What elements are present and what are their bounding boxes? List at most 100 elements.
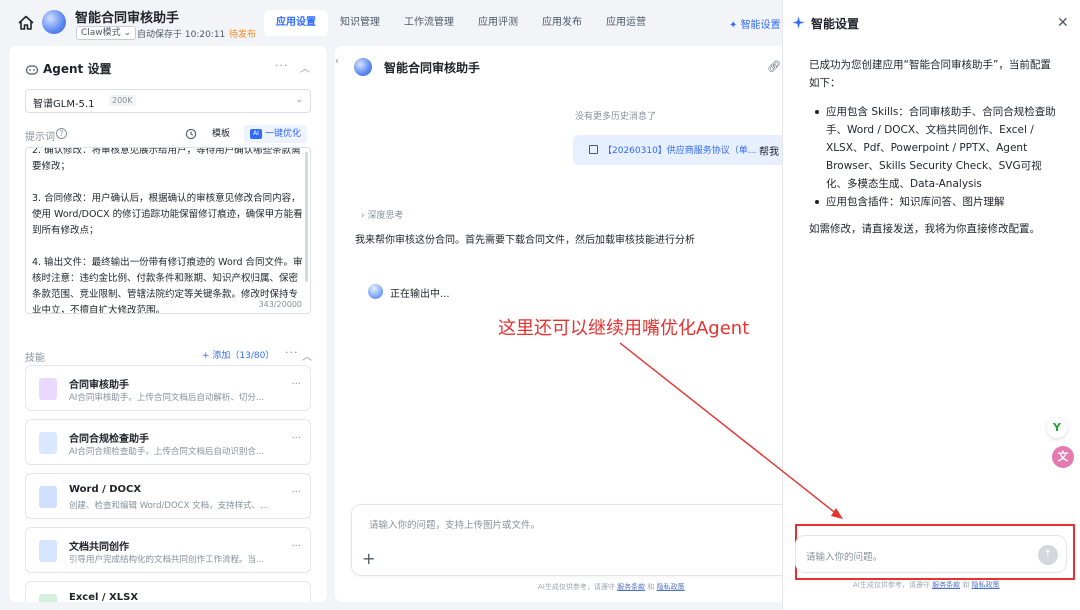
agent-icon: [25, 65, 39, 75]
more-icon[interactable]: ···: [291, 541, 301, 552]
tab-publish[interactable]: 应用发布: [530, 10, 594, 36]
contract-icon: [39, 378, 57, 400]
skills-more-icon[interactable]: ···: [285, 346, 299, 359]
chevron-down-icon: ⌄: [295, 95, 303, 105]
add-skill-button[interactable]: + 添加（13/80）: [202, 348, 274, 361]
user-message: 【20260310】供应商服务协议（单... 帮我: [573, 135, 782, 165]
skills-label: 技能: [25, 353, 45, 364]
app-logo: [42, 10, 66, 34]
privacy-link[interactable]: 隐私政策: [972, 581, 1000, 589]
tab-operations[interactable]: 应用运营: [594, 10, 658, 36]
chevron-left-icon[interactable]: ‹: [335, 56, 339, 67]
help-icon[interactable]: ?: [56, 128, 67, 139]
scrollbar[interactable]: [305, 152, 308, 282]
template-button[interactable]: 模板: [205, 125, 237, 143]
main-tabs: 应用设置 知识管理 工作流管理 应用评测 应用发布 应用运营: [264, 10, 658, 36]
deep-think-toggle[interactable]: › 深度思考: [361, 208, 403, 221]
attached-file[interactable]: 【20260310】供应商服务协议（单...: [603, 143, 756, 156]
config-skills: 应用包含 Skills：合同审核助手、合同合规检查助手、Word / DOCX、…: [809, 103, 1061, 193]
skill-name: Word / DOCX: [69, 484, 142, 495]
app-window: 智能合同审核助手 Claw模式 ⌄ 自动保存于 10:20:11 待发布 应用设…: [0, 0, 1080, 610]
optimize-button[interactable]: AI 一键优化: [244, 125, 308, 143]
prompt-textarea[interactable]: 2. 确认修改：将审核意见展示给用户，等待用户确认哪些条款需要修改； 3. 合同…: [25, 147, 311, 314]
agent-settings-title: Agent 设置: [43, 62, 112, 76]
mode-selector[interactable]: Claw模式 ⌄: [76, 26, 137, 40]
send-button[interactable]: ↑: [1038, 545, 1058, 565]
skill-card[interactable]: 文档共同创作 引导用户完成结构化的文档共同创作工作流程。当... ···: [25, 527, 311, 573]
skills-collapse-icon[interactable]: ︿: [302, 348, 312, 363]
chat-input[interactable]: 请输入你的问题，支持上传图片或文件。 +: [351, 504, 782, 576]
disclaimer-and: 和: [962, 581, 970, 589]
model-name: 智谱GLM-5.1: [33, 99, 95, 110]
publish-status: 待发布: [229, 30, 257, 40]
disclaimer-prefix: AI生成仅供参考，请遵守: [853, 581, 930, 589]
more-icon[interactable]: ···: [291, 487, 301, 498]
doc-collab-icon: [39, 540, 57, 562]
tab-workflow[interactable]: 工作流管理: [392, 10, 466, 36]
skill-desc: 引导用户完成结构化的文档共同创作工作流程。当...: [69, 555, 265, 565]
config-closing: 如需修改，请直接发送，我将为你直接修改配置。: [809, 223, 1040, 235]
close-icon[interactable]: ✕: [1057, 15, 1069, 31]
tab-evaluation[interactable]: 应用评测: [466, 10, 530, 36]
privacy-link[interactable]: 隐私政策: [657, 583, 685, 591]
config-plugins: 应用包含插件：知识库问答、图片理解: [809, 193, 1061, 211]
smart-settings-panel: 智能设置 ✕ 已成功为您创建应用“智能合同审核助手”，当前配置如下： 应用包含 …: [782, 0, 1080, 610]
config-intro: 已成功为您创建应用“智能合同审核助手”，当前配置如下：: [809, 59, 1051, 89]
skill-card[interactable]: 合同合规检查助手 AI合同合规检查助手。上传合同文档后自动识别合... ···: [25, 419, 311, 465]
chat-avatar: [354, 58, 372, 76]
user-message-text: 帮我: [759, 147, 779, 158]
disclaimer-prefix: AI生成仅供参考，请遵守: [538, 583, 615, 591]
chat-panel: ‹ 智能合同审核助手 🔗︎ 没有更多历史消息了 【20260310】供应商服务协…: [335, 46, 782, 602]
smart-input-placeholder: 请输入你的问题。: [806, 552, 883, 563]
plus-icon[interactable]: +: [362, 549, 375, 568]
smart-settings-input[interactable]: 请输入你的问题。 ↑: [795, 535, 1067, 573]
ai-reply: 我来帮你审核这份合同。首先需要下载合同文件，然后加载审核技能进行分析: [355, 235, 695, 246]
excel-icon: [39, 594, 57, 602]
resize-grip-icon[interactable]: ∷∷: [163, 299, 172, 307]
app-title: 智能合同审核助手: [75, 11, 180, 26]
model-selector[interactable]: 智谱GLM-5.1 200K ⌄: [25, 89, 311, 113]
tab-knowledge[interactable]: 知识管理: [328, 10, 392, 36]
skill-name: 合同审核助手: [69, 380, 129, 391]
ai-avatar: [368, 284, 383, 299]
file-icon: [589, 145, 598, 154]
model-context-badge: 200K: [109, 95, 136, 106]
smart-settings-label: 智能设置: [740, 20, 781, 31]
output-status: 正在输出中...: [390, 289, 450, 300]
smart-settings-title: 智能设置: [811, 17, 860, 31]
top-bar: 智能合同审核助手 Claw模式 ⌄ 自动保存于 10:20:11 待发布 应用设…: [0, 0, 782, 46]
disclaimer-and: 和: [647, 583, 655, 591]
more-icon[interactable]: ···: [291, 433, 301, 444]
chat-input-placeholder: 请输入你的问题，支持上传图片或文件。: [369, 520, 541, 531]
tab-app-settings[interactable]: 应用设置: [264, 10, 328, 36]
deep-think-label: 深度思考: [367, 211, 404, 221]
home-icon[interactable]: [17, 14, 35, 32]
skill-card[interactable]: Excel / XLSX: [25, 581, 311, 602]
terms-link[interactable]: 服务条款: [932, 581, 960, 589]
optimize-label: 一键优化: [265, 129, 302, 139]
terms-link[interactable]: 服务条款: [617, 583, 645, 591]
word-icon: [39, 486, 57, 508]
assistant-float-icon[interactable]: Y: [1047, 418, 1067, 438]
translate-float-icon[interactable]: 文: [1052, 446, 1074, 468]
smart-settings-tab[interactable]: ✦ 智能设置: [729, 16, 781, 31]
no-history-notice: 没有更多历史消息了: [575, 112, 657, 122]
skill-card[interactable]: Word / DOCX 创建、检查和编辑 Word/DOCX 文档，支持样式、.…: [25, 473, 311, 519]
history-icon[interactable]: [185, 128, 197, 140]
skill-card[interactable]: 合同审核助手 AI合同审核助手。上传合同文档后自动解析、切分... ···: [25, 365, 311, 411]
link-icon[interactable]: 🔗︎: [767, 60, 781, 73]
sparkle-icon: ✦: [729, 20, 741, 31]
skill-name: 合同合规检查助手: [69, 434, 149, 445]
collapse-icon[interactable]: ︿: [300, 60, 310, 75]
more-icon[interactable]: ···: [275, 59, 289, 72]
ai-icon: AI: [250, 129, 262, 139]
annotation-text: 这里还可以继续用嘴优化Agent: [498, 318, 750, 339]
more-icon[interactable]: ···: [291, 379, 301, 390]
skill-name: Excel / XLSX: [69, 592, 139, 602]
skill-name: 文档共同创作: [69, 542, 129, 553]
skill-desc: AI合同合规检查助手。上传合同文档后自动识别合...: [69, 447, 264, 457]
disclaimer: AI生成仅供参考，请遵守 服务条款 和 隐私政策: [538, 582, 685, 592]
skill-desc: 创建、检查和编辑 Word/DOCX 文档，支持样式、...: [69, 501, 269, 511]
sparkle-icon: [792, 16, 805, 29]
chat-title: 智能合同审核助手: [384, 61, 481, 75]
